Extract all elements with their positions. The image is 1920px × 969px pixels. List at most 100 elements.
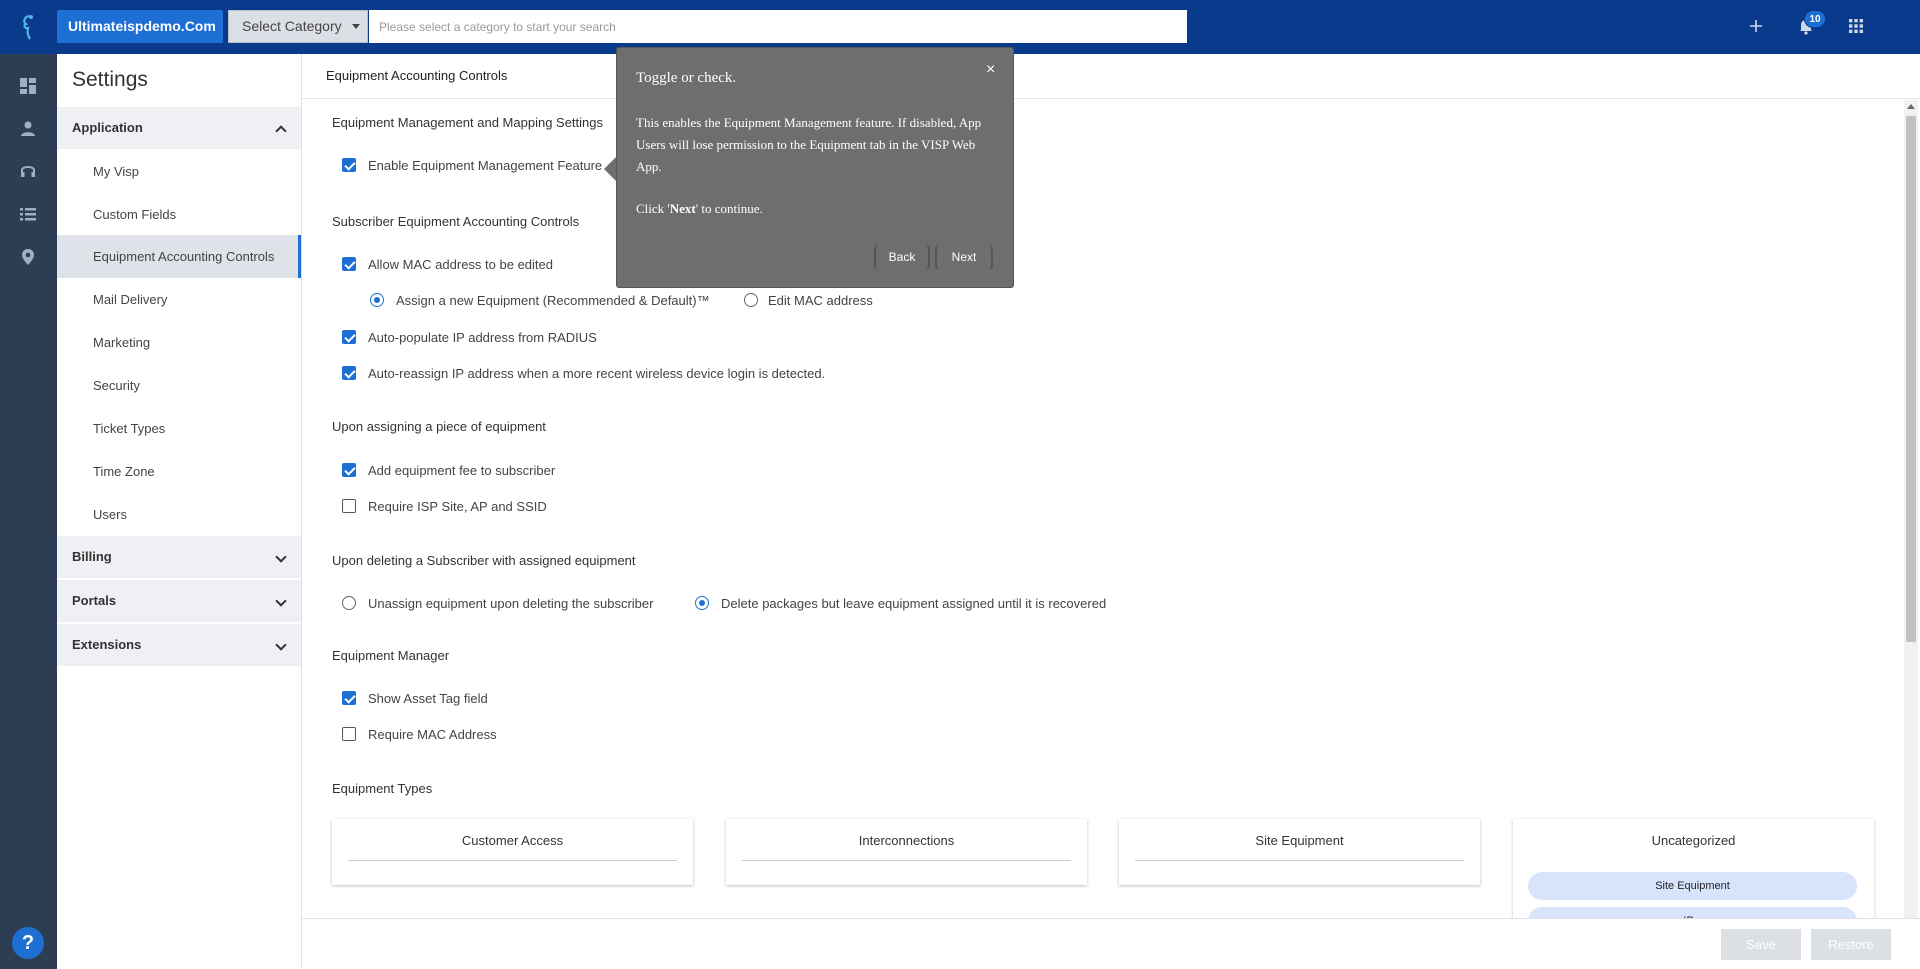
category-select-label: Select Category [242, 18, 342, 34]
show-asset-tag-label: Show Asset Tag field [368, 691, 488, 706]
unassign-equipment-radio[interactable] [342, 596, 356, 610]
save-button[interactable]: Save [1721, 929, 1801, 960]
main-header: Equipment Accounting Controls [302, 54, 1920, 99]
equipment-type-title: Customer Access [461, 833, 564, 848]
tooltip-arrow [604, 157, 616, 181]
plus-icon[interactable] [1744, 14, 1768, 38]
nav-item-equipment-accounting-controls[interactable]: Equipment Accounting Controls [57, 235, 301, 278]
auto-reassign-ip-checkbox[interactable] [342, 366, 356, 380]
nav-item-users[interactable]: Users [57, 493, 301, 536]
group-title-manager: Equipment Manager [332, 648, 450, 663]
footer-bar: Save Restore [302, 918, 1920, 969]
dashboard-icon[interactable] [18, 76, 38, 96]
section-billing[interactable]: Billing [57, 536, 301, 578]
main-panel: Equipment Accounting Controls Equipment … [302, 54, 1920, 918]
equipment-type-card[interactable]: Customer Access [332, 819, 693, 885]
section-label: Application [72, 120, 143, 135]
tour-tooltip: Toggle or check. × This enables the Equi… [616, 47, 1014, 288]
settings-title: Settings [72, 68, 148, 91]
chevron-down-icon [275, 639, 287, 651]
tooltip-continue-text: Click 'Next' to continue. [636, 201, 763, 216]
section-label: Billing [72, 549, 112, 564]
nav-item-custom-fields[interactable]: Custom Fields [57, 193, 301, 236]
domain-button[interactable]: Ultimateispdemo.Com [57, 10, 223, 43]
group-title-mapping: Equipment Management and Mapping Setting… [332, 115, 604, 130]
section-label: Extensions [72, 637, 142, 652]
divider [742, 860, 1071, 861]
nav-item-mail-delivery[interactable]: Mail Delivery [57, 278, 301, 321]
group-title-types: Equipment Types [332, 781, 433, 796]
group-title-subscriber: Subscriber Equipment Accounting Controls [332, 214, 580, 229]
headset-icon[interactable] [18, 161, 38, 181]
add-equipment-fee-checkbox[interactable] [342, 463, 356, 477]
settings-panel: Settings Application My Visp Custom Fiel… [57, 54, 302, 969]
chevron-down-icon [275, 595, 287, 607]
next-button[interactable]: Next [935, 244, 993, 270]
divider [1135, 860, 1464, 861]
equipment-type-card[interactable]: Uncategorized Site Equipment IP... [1513, 819, 1874, 918]
nav-item-marketing[interactable]: Marketing [57, 321, 301, 364]
auto-populate-ip-checkbox[interactable] [342, 330, 356, 344]
assign-new-equipment-radio[interactable] [370, 293, 384, 307]
equipment-chip[interactable]: Site Equipment [1528, 872, 1857, 900]
notification-badge: 10 [1804, 10, 1826, 28]
close-icon[interactable]: × [986, 61, 995, 79]
restore-button[interactable]: Restore [1811, 929, 1891, 960]
require-isp-site-checkbox[interactable] [342, 499, 356, 513]
help-button[interactable]: ? [12, 927, 44, 959]
search-input[interactable] [369, 10, 1187, 43]
logo-icon[interactable] [20, 13, 38, 41]
chevron-up-icon [275, 125, 287, 137]
settings-content: Equipment Management and Mapping Setting… [302, 99, 1902, 918]
delete-packages-radio[interactable] [695, 596, 709, 610]
enable-equipment-management-checkbox[interactable] [342, 158, 356, 172]
equipment-type-title: Site Equipment [1255, 833, 1344, 848]
section-extensions[interactable]: Extensions [57, 624, 301, 666]
assign-new-equipment-label: Assign a new Equipment (Recommended & De… [396, 293, 710, 308]
require-isp-site-label: Require ISP Site, AP and SSID [368, 499, 547, 514]
unassign-equipment-label: Unassign equipment upon deleting the sub… [368, 596, 654, 611]
main-scrollbar[interactable] [1904, 100, 1918, 918]
allow-mac-edit-label: Allow MAC address to be edited [368, 257, 553, 272]
equipment-chip[interactable]: IP... [1528, 907, 1857, 918]
scroll-thumb[interactable] [1906, 116, 1916, 642]
equipment-type-card[interactable]: Site Equipment [1119, 819, 1480, 885]
auto-reassign-ip-label: Auto-reassign IP address when a more rec… [368, 366, 826, 381]
show-asset-tag-checkbox[interactable] [342, 691, 356, 705]
section-portals[interactable]: Portals [57, 580, 301, 622]
section-application[interactable]: Application [57, 107, 301, 149]
left-rail: ? [0, 54, 57, 969]
allow-mac-edit-checkbox[interactable] [342, 257, 356, 271]
apps-grid-icon[interactable] [1844, 14, 1868, 38]
person-icon[interactable] [18, 119, 38, 139]
divider [348, 860, 677, 861]
edit-mac-address-radio[interactable] [744, 293, 758, 307]
require-mac-address-checkbox[interactable] [342, 727, 356, 741]
nav-item-ticket-types[interactable]: Ticket Types [57, 407, 301, 450]
equipment-type-card[interactable]: Interconnections [726, 819, 1087, 885]
group-title-assigning: Upon assigning a piece of equipment [332, 419, 546, 434]
category-select[interactable]: Select Category [228, 10, 368, 43]
edit-mac-address-label: Edit MAC address [768, 293, 873, 308]
list-icon[interactable] [18, 204, 38, 224]
scroll-up-icon[interactable] [1907, 104, 1915, 109]
equipment-type-title: Interconnections [858, 833, 955, 848]
tooltip-body: This enables the Equipment Management fe… [636, 115, 982, 174]
nav-item-security[interactable]: Security [57, 364, 301, 407]
group-title-deleting: Upon deleting a Subscriber with assigned… [332, 553, 636, 568]
add-equipment-fee-label: Add equipment fee to subscriber [368, 463, 556, 478]
chevron-down-icon [352, 24, 360, 29]
back-button[interactable]: Back [874, 244, 930, 270]
nav-item-time-zone[interactable]: Time Zone [57, 450, 301, 493]
section-label: Portals [72, 593, 117, 608]
delete-packages-label: Delete packages but leave equipment assi… [721, 596, 1107, 611]
top-bar: Ultimateispdemo.Com Select Category 10 [0, 0, 1920, 54]
equipment-type-title: Uncategorized [1651, 833, 1736, 848]
enable-equipment-management-label: Enable Equipment Management Feature [368, 158, 603, 173]
location-pin-icon[interactable] [18, 247, 38, 267]
auto-populate-ip-label: Auto-populate IP address from RADIUS [368, 330, 597, 345]
tooltip-title: Toggle or check. [636, 70, 737, 86]
nav-item-my-visp[interactable]: My Visp [57, 150, 301, 193]
chevron-down-icon [275, 551, 287, 563]
require-mac-address-label: Require MAC Address [368, 727, 497, 742]
